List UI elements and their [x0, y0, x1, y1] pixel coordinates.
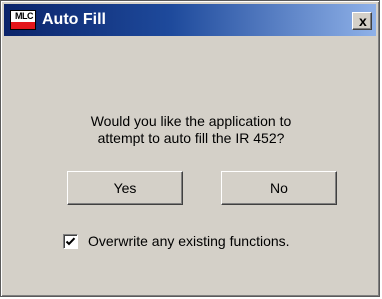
mlc-logo-icon: MLC	[10, 10, 36, 30]
no-button[interactable]: No	[221, 171, 337, 205]
close-button[interactable]: x	[352, 12, 372, 30]
message-line-1: Would you like the application to	[90, 113, 292, 129]
auto-fill-dialog: MLC Auto Fill x Would you like the appli…	[0, 0, 380, 297]
window-title: Auto Fill	[42, 11, 106, 28]
message-line-2: attempt to auto fill the IR 452?	[97, 130, 285, 146]
overwrite-checkbox[interactable]	[63, 233, 78, 249]
checkmark-icon	[65, 237, 76, 245]
close-icon: x	[359, 13, 367, 29]
logo-text: MLC	[15, 11, 34, 21]
yes-button[interactable]: Yes	[67, 171, 183, 205]
logo-red-bar	[11, 22, 35, 29]
overwrite-checkbox-label[interactable]: Overwrite any existing functions.	[88, 233, 290, 250]
overwrite-option[interactable]: Overwrite any existing functions.	[63, 232, 290, 250]
title-bar[interactable]: MLC Auto Fill x	[4, 4, 376, 36]
dialog-message: Would you like the application to attemp…	[21, 113, 361, 147]
